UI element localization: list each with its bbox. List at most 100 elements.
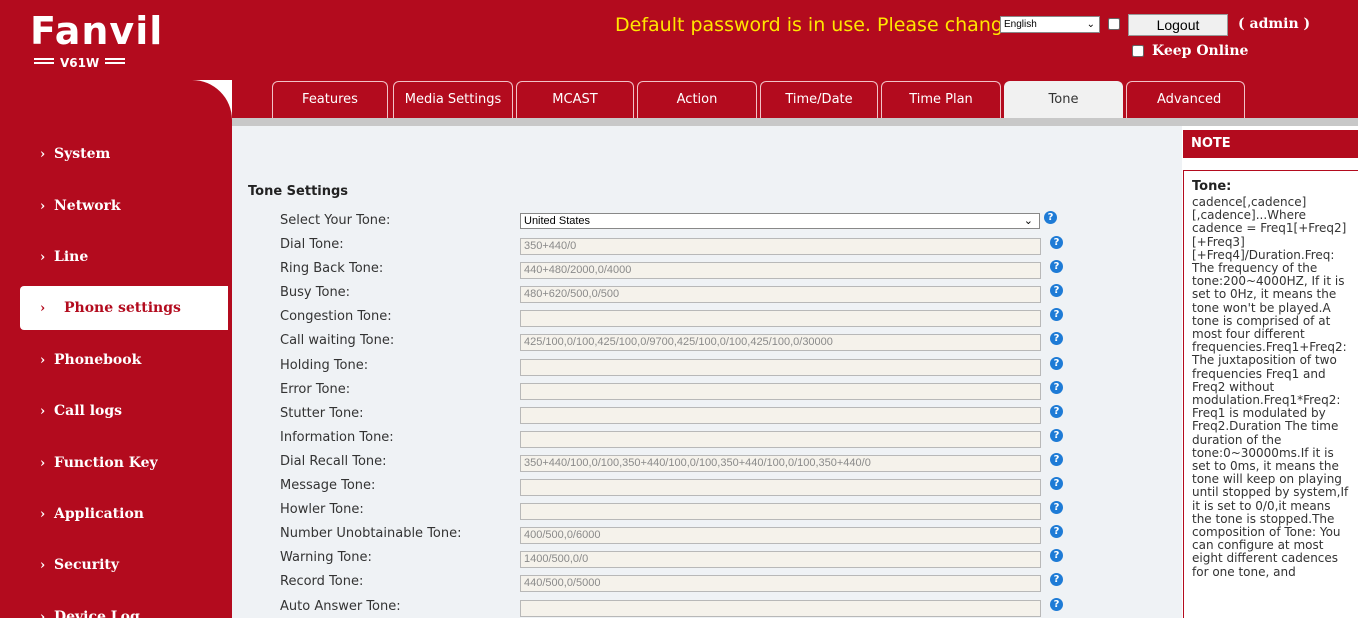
sidebar-item-system[interactable]: › System [20,132,228,176]
sidebar-item-security[interactable]: › Security [20,543,228,587]
sidebar-item-label: Line [54,249,89,265]
tone-row-label: Message Tone: [280,478,376,493]
help-icon[interactable]: ? [1044,211,1057,224]
tone-row-label: Congestion Tone: [280,309,392,324]
note-header: NOTE [1183,130,1358,158]
password-warning-link[interactable]: Default password is in use. Please chang… [615,14,1015,36]
help-icon[interactable]: ? [1050,453,1063,466]
sidebar-item-label: Device Log [54,609,140,618]
chevron-right-icon: › [40,507,46,522]
note-title: Tone: [1192,179,1232,194]
sidebar-item-label: System [54,146,111,162]
tone-row-input[interactable] [520,407,1041,424]
chevron-down-icon: ⌄ [1086,19,1095,30]
tone-row-label: Auto Answer Tone: [280,599,401,614]
fanvil-logo: Fanvil V61W [30,9,164,70]
sidebar-item-call-logs[interactable]: › Call logs [20,389,228,433]
help-icon[interactable]: ? [1050,573,1063,586]
note-text: cadence[,cadence][,cadence]...Where cade… [1192,195,1349,579]
help-icon[interactable]: ? [1050,405,1063,418]
tone-row-label: Warning Tone: [280,550,372,565]
tone-row-input[interactable]: 1400/500,0/0 [520,551,1041,568]
section-title: Tone Settings [248,184,349,199]
tone-row-input[interactable]: 480+620/500,0/500 [520,286,1041,303]
keep-online-label[interactable]: Keep Online [1152,43,1248,59]
tone-row-label: Ring Back Tone: [280,261,384,276]
sidebar-item-label: Phonebook [54,352,142,368]
top-header: Fanvil V61W Default password is in use. … [0,0,1358,80]
tone-row-input[interactable]: 440+480/2000,0/4000 [520,262,1041,279]
help-icon[interactable]: ? [1050,501,1063,514]
tone-row-input[interactable]: 440/500,0/5000 [520,575,1041,592]
chevron-right-icon: › [40,456,46,471]
tone-row-input[interactable]: 425/100,0/100,425/100,0/9700,425/100,0/1… [520,334,1041,351]
help-icon[interactable]: ? [1050,332,1063,345]
sidebar-item-label: Call logs [54,403,123,419]
tab-features[interactable]: Features [272,81,388,118]
tone-row-input[interactable] [520,479,1041,496]
chevron-right-icon: › [40,250,46,265]
model-label: V61W [60,56,100,70]
sidebar-item-label: Application [54,506,144,522]
tone-row-input[interactable] [520,383,1041,400]
tone-row-input[interactable]: 400/500,0/6000 [520,527,1041,544]
keep-online-checkbox[interactable] [1132,45,1144,57]
tone-row-input[interactable] [520,310,1041,327]
tone-row-label: Stutter Tone: [280,406,364,421]
language-checkbox[interactable] [1108,18,1120,30]
tone-row-label: Dial Recall Tone: [280,454,387,469]
help-icon[interactable]: ? [1050,357,1063,370]
sidebar-item-line[interactable]: › Line [20,235,228,279]
chevron-right-icon: › [40,353,46,368]
tone-row-input[interactable] [520,431,1041,448]
current-user: ( admin ) [1238,16,1311,32]
help-icon[interactable]: ? [1050,381,1063,394]
tone-row-label: Howler Tone: [280,502,364,517]
language-select[interactable]: English ⌄ [1000,16,1100,33]
tab-time-date[interactable]: Time/Date [760,81,878,118]
tone-row-label: Dial Tone: [280,237,344,252]
sidebar-item-device-log[interactable]: › Device Log [20,595,228,618]
chevron-right-icon: › [40,147,46,162]
chevron-right-icon: › [40,404,46,419]
tone-row-input[interactable]: 350+440/0 [520,238,1041,255]
tab-time-plan[interactable]: Time Plan [881,81,1001,118]
logo-brand: Fanvil [30,9,164,53]
help-icon[interactable]: ? [1050,598,1063,611]
tab-advanced[interactable]: Advanced [1126,81,1245,118]
help-icon[interactable]: ? [1050,284,1063,297]
tone-row-label: Record Tone: [280,574,364,589]
sidebar-item-phone-settings[interactable]: › Phone settings [20,286,228,330]
sidebar-item-function-key[interactable]: › Function Key [20,441,228,485]
logout-button[interactable]: Logout [1128,14,1228,36]
help-icon[interactable]: ? [1050,525,1063,538]
help-icon[interactable]: ? [1050,236,1063,249]
tone-row-label: Holding Tone: [280,358,369,373]
help-icon[interactable]: ? [1050,477,1063,490]
chevron-right-icon: › [40,610,46,618]
tone-row-input[interactable] [520,600,1041,617]
tab-mcast[interactable]: MCAST [516,81,634,118]
tone-row-label: Busy Tone: [280,285,351,300]
tone-row-input[interactable]: 350+440/100,0/100,350+440/100,0/100,350+… [520,455,1041,472]
help-icon[interactable]: ? [1050,549,1063,562]
tone-row-input[interactable] [520,359,1041,376]
chevron-right-icon: › [40,199,46,214]
select-tone-dropdown[interactable]: United States ⌄ [520,213,1040,229]
sidebar-item-phonebook[interactable]: › Phonebook [20,338,228,382]
tab-divider [232,118,1358,126]
sidebar-item-label: Phone settings [64,300,181,316]
tab-action[interactable]: Action [637,81,757,118]
tone-row-label: Information Tone: [280,430,394,445]
help-icon[interactable]: ? [1050,308,1063,321]
sidebar-item-network[interactable]: › Network [20,184,228,228]
sidebar-item-application[interactable]: › Application [20,492,228,536]
tab-tone[interactable]: Tone [1004,81,1123,118]
chevron-down-icon: ⌄ [1023,215,1033,227]
help-icon[interactable]: ? [1050,260,1063,273]
tab-media-settings[interactable]: Media Settings [393,81,513,118]
sidebar-item-label: Function Key [54,455,158,471]
help-icon[interactable]: ? [1050,429,1063,442]
language-value: English [1004,19,1037,30]
tone-row-input[interactable] [520,503,1041,520]
